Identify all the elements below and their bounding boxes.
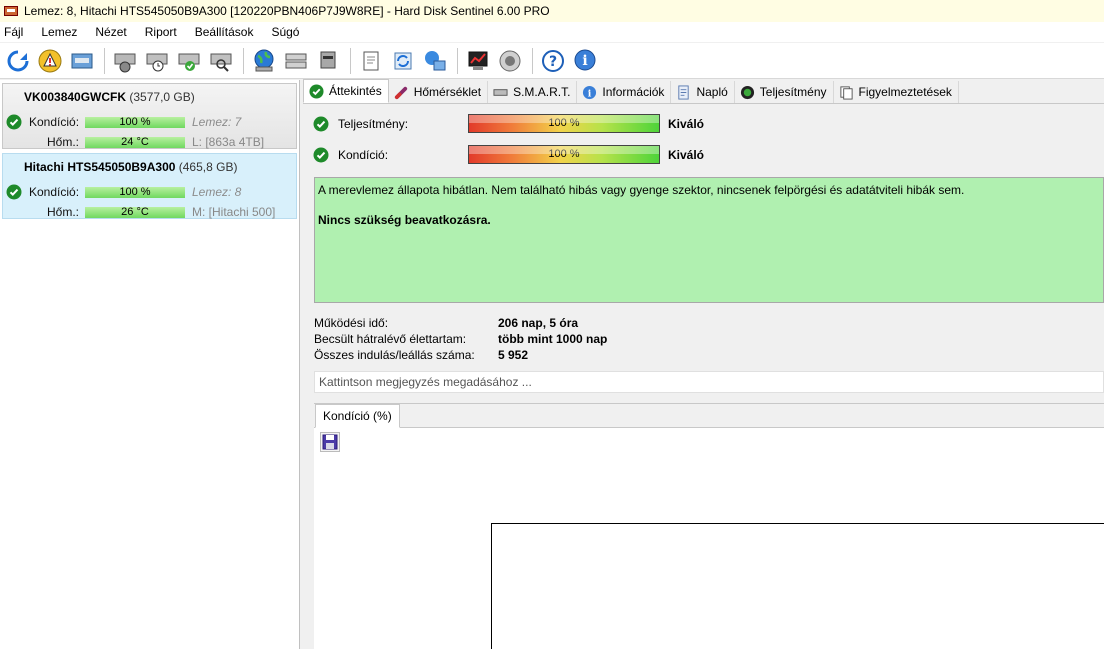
svg-text:i: i — [582, 53, 587, 69]
disk-ok-icon[interactable] — [174, 46, 204, 76]
disk-panel-icon[interactable] — [67, 46, 97, 76]
alerts-icon — [839, 85, 854, 100]
smart-disk-icon — [493, 85, 508, 100]
help-icon[interactable]: ? — [538, 46, 568, 76]
start-stop-count-value: 5 952 — [498, 348, 529, 362]
toolbar: ? i — [0, 43, 1104, 79]
globe-icon[interactable] — [249, 46, 279, 76]
condition-label: Kondíció: — [29, 115, 80, 129]
tab-alerts[interactable]: Figyelmeztetések — [833, 81, 959, 103]
thermometer-icon — [394, 85, 409, 100]
health-advice: Nincs szükség beavatkozásra. — [318, 213, 491, 227]
disk-name: Hitachi HTS545050B9A300 (465,8 GB) — [24, 160, 238, 174]
info-icon: i — [582, 85, 597, 100]
disk-index: Lemez: 7 — [192, 115, 242, 129]
floppy-save-icon — [322, 434, 338, 450]
toolbar-separator — [457, 47, 458, 74]
log-icon — [676, 84, 691, 100]
toolbar-separator — [243, 47, 244, 74]
tab-information[interactable]: i Információk — [577, 81, 672, 103]
menu-help[interactable]: Súgó — [271, 25, 299, 39]
condition-row: Kondíció: 100 % Kiváló — [313, 145, 1103, 165]
performance-rating: Kiváló — [668, 117, 705, 131]
temperature-bar: 26 °C — [85, 207, 185, 218]
menu-view[interactable]: Nézet — [95, 25, 126, 39]
menu-report[interactable]: Riport — [145, 25, 177, 39]
tab-condition-chart[interactable]: Kondíció (%) — [315, 404, 400, 428]
toolbar-separator — [350, 47, 351, 74]
power-on-time-label: Működési idő: — [314, 316, 389, 330]
health-description: A merevlemez állapota hibátlan. Nem talá… — [318, 183, 965, 197]
info-icon[interactable]: i — [570, 46, 600, 76]
health-status-box: A merevlemez állapota hibátlan. Nem talá… — [314, 177, 1104, 303]
alert-icon[interactable] — [35, 46, 65, 76]
remaining-lifetime-value: több mint 1000 nap — [498, 332, 608, 346]
disk-list-panel: VK003840GWCFK (3577,0 GB) Kondíció: 100 … — [0, 80, 300, 649]
partition-label: M: [Hitachi 500] — [192, 205, 276, 219]
tab-log[interactable]: Napló — [671, 81, 735, 103]
check-ok-icon — [309, 83, 324, 99]
menu-settings[interactable]: Beállítások — [195, 25, 254, 39]
performance-row: Teljesítmény: 100 % Kiváló — [313, 114, 1103, 134]
network-icon[interactable] — [420, 46, 450, 76]
temperature-label: Hőm.: — [47, 135, 80, 149]
condition-bar: 100 % — [85, 187, 185, 198]
disk-card-hitachi[interactable]: Hitachi HTS545050B9A300 (465,8 GB) Kondí… — [2, 153, 297, 219]
details-panel: Áttekintés Hőmérséklet S.M.A.R.T. i Info… — [303, 79, 1104, 649]
disk-search-icon[interactable] — [206, 46, 236, 76]
speaker-icon[interactable] — [495, 46, 525, 76]
disk-card-vk003840[interactable]: VK003840GWCFK (3577,0 GB) Kondíció: 100 … — [2, 83, 297, 149]
condition-chart-panel: Kondíció (%) — [314, 403, 1104, 649]
sync-icon[interactable] — [388, 46, 418, 76]
performance-label: Teljesítmény: — [338, 117, 409, 131]
partition-label: L: [863a 4TB] — [192, 135, 265, 149]
window-title: Lemez: 8, Hitachi HTS545050B9A300 [12022… — [24, 4, 550, 18]
app-disk-icon — [4, 4, 18, 18]
server-icon[interactable] — [281, 46, 311, 76]
network-disk-icon[interactable] — [313, 46, 343, 76]
menu-disk[interactable]: Lemez — [41, 25, 77, 39]
title-bar: Lemez: 8, Hitachi HTS545050B9A300 [12022… — [0, 0, 1104, 22]
check-ok-icon — [6, 114, 22, 130]
temperature-bar: 24 °C — [85, 137, 185, 148]
refresh-icon[interactable] — [3, 46, 33, 76]
disk-test-icon[interactable] — [110, 46, 140, 76]
note-input[interactable] — [314, 371, 1104, 393]
power-on-time-value: 206 nap, 5 óra — [498, 316, 579, 330]
check-ok-icon — [6, 184, 22, 200]
tab-performance[interactable]: Teljesítmény — [734, 81, 834, 103]
tab-temperature[interactable]: Hőmérséklet — [388, 81, 489, 103]
gauge-icon — [740, 85, 755, 100]
performance-bar: 100 % — [468, 114, 660, 133]
condition-label: Kondíció: — [338, 148, 389, 162]
tab-overview[interactable]: Áttekintés — [303, 79, 389, 103]
temperature-label: Hőm.: — [47, 205, 80, 219]
condition-rating: Kiváló — [668, 148, 705, 162]
graph-icon[interactable] — [463, 46, 493, 76]
menu-bar: Fájl Lemez Nézet Riport Beállítások Súgó — [0, 22, 1104, 42]
tab-smart[interactable]: S.M.A.R.T. — [488, 81, 578, 103]
report-icon[interactable] — [356, 46, 386, 76]
menu-file[interactable]: Fájl — [4, 25, 23, 39]
save-button[interactable] — [320, 432, 340, 452]
check-ok-icon — [313, 116, 329, 132]
toolbar-separator — [532, 47, 533, 74]
svg-text:?: ? — [549, 54, 557, 70]
remaining-lifetime-label: Becsült hátralévő élettartam: — [314, 332, 467, 346]
disk-index: Lemez: 8 — [192, 185, 242, 199]
condition-bar: 100 % — [85, 117, 185, 128]
condition-bar: 100 % — [468, 145, 660, 164]
chart-tab-bar: Kondíció (%) — [314, 404, 1104, 428]
toolbar-separator — [104, 47, 105, 74]
svg-text:i: i — [588, 88, 592, 99]
tab-bar: Áttekintés Hőmérséklet S.M.A.R.T. i Info… — [303, 79, 1104, 104]
condition-label: Kondíció: — [29, 185, 80, 199]
start-stop-count-label: Összes indulás/leállás száma: — [314, 348, 475, 362]
disk-clock-icon[interactable] — [142, 46, 172, 76]
disk-name: VK003840GWCFK (3577,0 GB) — [24, 90, 195, 104]
condition-chart-area — [491, 523, 1104, 649]
check-ok-icon — [313, 147, 329, 163]
